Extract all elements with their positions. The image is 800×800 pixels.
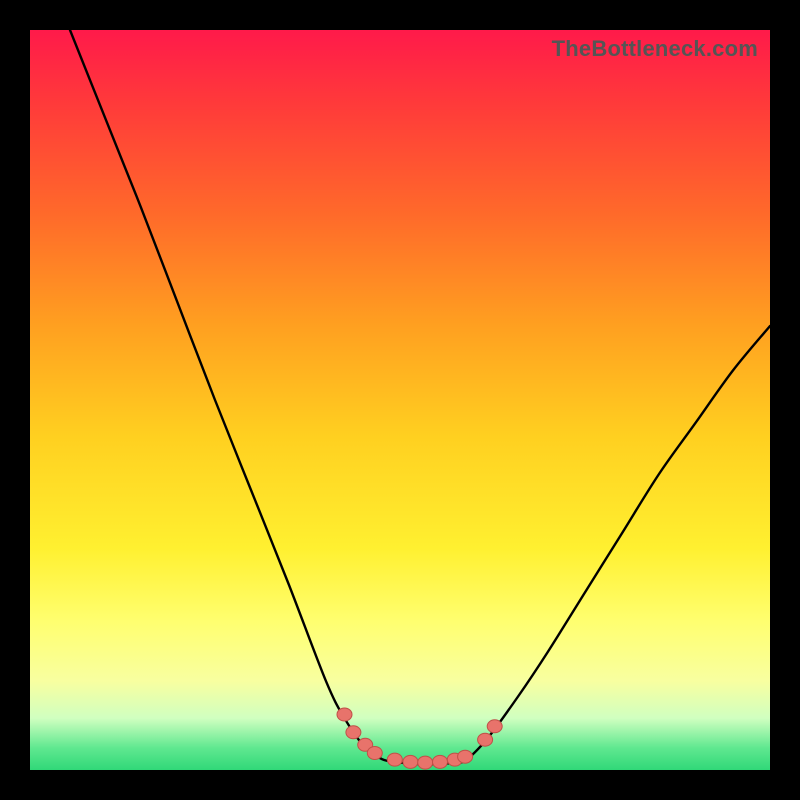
data-marker [337, 708, 352, 721]
data-marker [346, 726, 361, 739]
marker-group [337, 708, 502, 769]
data-marker [487, 720, 502, 733]
data-marker [478, 733, 493, 746]
data-marker [387, 753, 402, 766]
data-marker [418, 756, 433, 769]
data-marker [367, 747, 382, 760]
data-marker [433, 755, 448, 768]
data-marker [403, 755, 418, 768]
chart-frame: TheBottleneck.com [0, 0, 800, 800]
data-marker [458, 750, 473, 763]
curve-layer [30, 30, 770, 770]
bottleneck-curve [70, 30, 770, 764]
plot-area: TheBottleneck.com [30, 30, 770, 770]
